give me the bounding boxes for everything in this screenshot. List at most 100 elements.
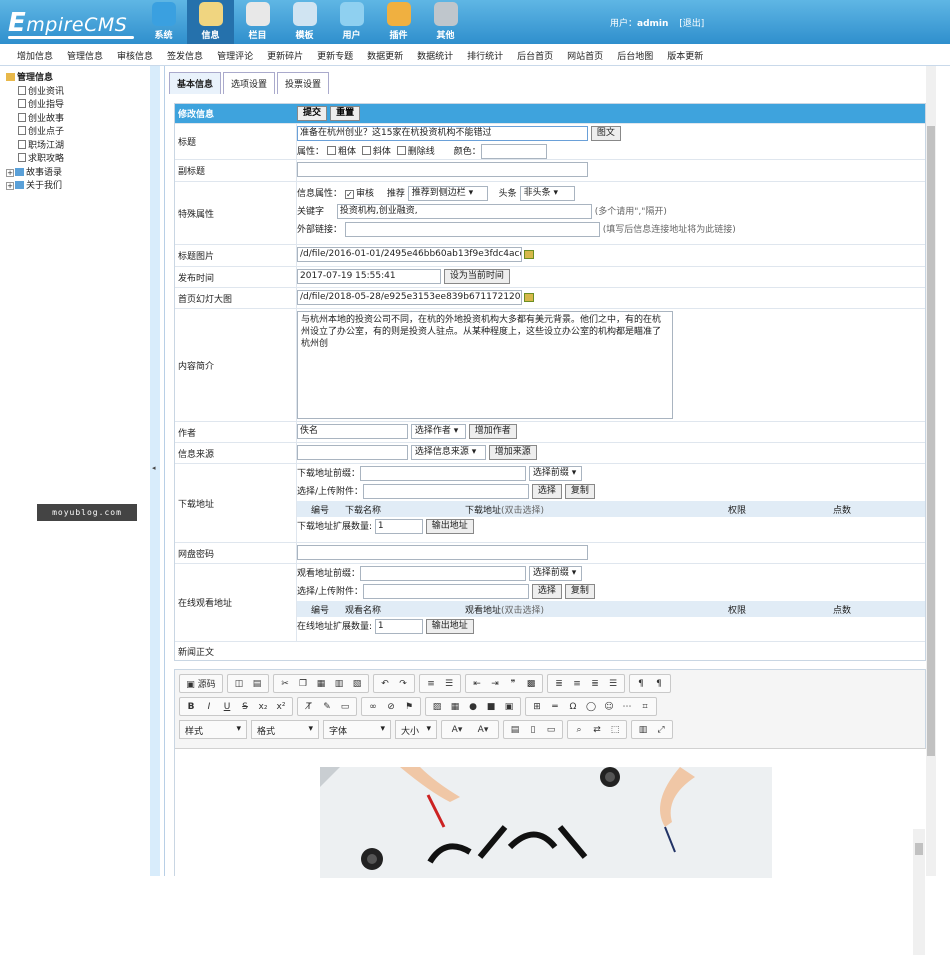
- document-icon[interactable]: ▭: [542, 725, 560, 735]
- page-scrollbar-thumb[interactable]: [927, 126, 935, 756]
- style-select[interactable]: 样式 ▾: [179, 720, 247, 739]
- tree-item[interactable]: 创业故事: [6, 112, 150, 127]
- tree-item[interactable]: 创业指导: [6, 99, 150, 113]
- menu-item[interactable]: 数据统计: [410, 44, 460, 65]
- smiley-icon[interactable]: ☺: [600, 702, 618, 712]
- menu-item[interactable]: 网站首页: [560, 44, 610, 65]
- author-select[interactable]: 选择作者 ▾: [410, 424, 466, 439]
- bg-color-icon[interactable]: A▾: [470, 725, 496, 735]
- title-pic-button[interactable]: 图文: [590, 126, 621, 141]
- copy-format-icon[interactable]: ▭: [336, 702, 354, 712]
- nav-edit[interactable]: 信息: [187, 0, 234, 44]
- add-author-button[interactable]: 增加作者: [468, 424, 517, 439]
- file-icon[interactable]: ▣: [500, 702, 518, 712]
- menu-item[interactable]: 排行统计: [460, 44, 510, 65]
- special-char-icon[interactable]: Ω: [564, 702, 582, 712]
- numbered-list-icon[interactable]: ≡: [422, 679, 440, 689]
- code-icon[interactable]: ⌗: [636, 702, 654, 712]
- audit-checkbox[interactable]: ✓: [345, 190, 355, 199]
- media-icon[interactable]: ■: [482, 702, 500, 712]
- online-prefix-select[interactable]: 选择前缀 ▾: [528, 566, 582, 581]
- menu-item[interactable]: 签发信息: [160, 44, 210, 65]
- hr-icon[interactable]: ═: [546, 702, 564, 712]
- outdent-icon[interactable]: ⇤: [468, 679, 486, 689]
- extlink-input[interactable]: [344, 222, 600, 237]
- calendar-icon[interactable]: ▦: [446, 702, 464, 712]
- nav-window[interactable]: 模板: [281, 0, 328, 44]
- table-icon[interactable]: ⊞: [528, 702, 546, 712]
- slide-input[interactable]: /d/file/2018-05-28/e925e3153ee839b671172…: [297, 290, 522, 305]
- strike-icon[interactable]: S: [236, 702, 254, 712]
- download-copy-button[interactable]: 复制: [564, 484, 595, 499]
- download-upload-input[interactable]: [363, 484, 530, 499]
- unlink-icon[interactable]: ⊘: [382, 702, 400, 712]
- page-scrollbar[interactable]: [926, 66, 936, 876]
- download-choose-button[interactable]: 选择: [531, 484, 562, 499]
- menu-item[interactable]: 后台地图: [610, 44, 660, 65]
- strike-checkbox[interactable]: [396, 146, 406, 155]
- tree-folder[interactable]: + 故事语录: [6, 167, 150, 181]
- online-prefix-input[interactable]: [360, 566, 527, 581]
- subscript-icon[interactable]: x₂: [254, 702, 272, 712]
- nav-user[interactable]: 用户: [328, 0, 375, 44]
- emoticon-icon[interactable]: ◯: [582, 702, 600, 712]
- tab-vote[interactable]: 投票设置: [277, 72, 330, 94]
- online-ext-input[interactable]: 1: [374, 619, 423, 634]
- new-page-icon[interactable]: ▯: [524, 725, 542, 735]
- redo-icon[interactable]: ↷: [394, 679, 412, 689]
- italic-checkbox[interactable]: [361, 146, 371, 155]
- nav-tools[interactable]: 插件: [375, 0, 422, 44]
- subtitle-input[interactable]: [297, 162, 588, 177]
- menu-item[interactable]: 版本更新: [660, 44, 710, 65]
- italic-icon[interactable]: I: [200, 702, 218, 712]
- tree-item[interactable]: 创业资讯: [6, 85, 150, 100]
- color-input[interactable]: [480, 144, 547, 159]
- flash-icon[interactable]: ●: [464, 702, 482, 712]
- menu-item[interactable]: 增加信息: [10, 44, 60, 65]
- size-select[interactable]: 大小 ▾: [395, 720, 437, 739]
- format-painter-icon[interactable]: ✎: [318, 702, 336, 712]
- page-break-icon[interactable]: ⋯: [618, 702, 636, 712]
- paste-icon[interactable]: ▦: [312, 679, 330, 689]
- tab-options[interactable]: 选项设置: [223, 72, 276, 94]
- tree-item[interactable]: 职场江湖: [6, 139, 150, 154]
- keyword-input[interactable]: 投资机构,创业融资,: [336, 204, 592, 219]
- copy-icon[interactable]: ❐: [294, 679, 312, 689]
- author-input[interactable]: 佚名: [297, 424, 408, 439]
- preview-icon[interactable]: ◫: [230, 679, 248, 689]
- format-select[interactable]: 格式 ▾: [251, 720, 319, 739]
- online-copy-button[interactable]: 复制: [564, 584, 595, 599]
- editor-scrollbar[interactable]: [913, 829, 925, 955]
- select-all-icon[interactable]: ⬚: [606, 725, 624, 735]
- justify-icon[interactable]: ☰: [604, 679, 622, 689]
- bold-checkbox[interactable]: [327, 146, 337, 155]
- add-source-button[interactable]: 增加来源: [488, 445, 537, 460]
- pan-password-input[interactable]: [297, 545, 588, 560]
- titlepic-input[interactable]: /d/file/2016-01-01/2495e46bb60ab13f9e3fd…: [297, 247, 522, 262]
- cut-icon[interactable]: ✂: [276, 679, 294, 689]
- menu-item[interactable]: 后台首页: [510, 44, 560, 65]
- remove-format-icon[interactable]: T̸: [300, 702, 318, 712]
- superscript-icon[interactable]: x²: [272, 702, 290, 712]
- download-output-button[interactable]: 输出地址: [425, 519, 474, 534]
- undo-icon[interactable]: ↶: [376, 679, 394, 689]
- ltr-icon[interactable]: ¶: [632, 679, 650, 689]
- paste-word-icon[interactable]: ▧: [348, 679, 366, 689]
- reset-button[interactable]: 重置: [330, 106, 361, 121]
- font-select[interactable]: 字体 ▾: [323, 720, 391, 739]
- nav-gear[interactable]: 其他: [422, 0, 469, 44]
- template-icon[interactable]: ▤: [506, 725, 524, 735]
- rtl-icon[interactable]: ¶: [650, 679, 668, 689]
- download-ext-input[interactable]: 1: [374, 519, 423, 534]
- menu-item[interactable]: 管理信息: [60, 44, 110, 65]
- blockquote-icon[interactable]: ❞: [504, 679, 522, 689]
- intro-textarea[interactable]: 与杭州本地的投资公司不同，在杭的外地投资机构大多都有美元背景。他们之中，有的在杭…: [297, 311, 673, 419]
- menu-item[interactable]: 更新专题: [310, 44, 360, 65]
- tree-folder[interactable]: + 关于我们: [6, 180, 150, 194]
- download-prefix-input[interactable]: [360, 466, 527, 481]
- tab-basic[interactable]: 基本信息: [169, 72, 222, 94]
- print-icon[interactable]: ▤: [248, 679, 266, 689]
- bold-icon[interactable]: B: [182, 702, 200, 712]
- pubtime-input[interactable]: 2017-07-19 15:55:41: [297, 269, 441, 284]
- tree-item[interactable]: 求职攻略: [6, 153, 150, 167]
